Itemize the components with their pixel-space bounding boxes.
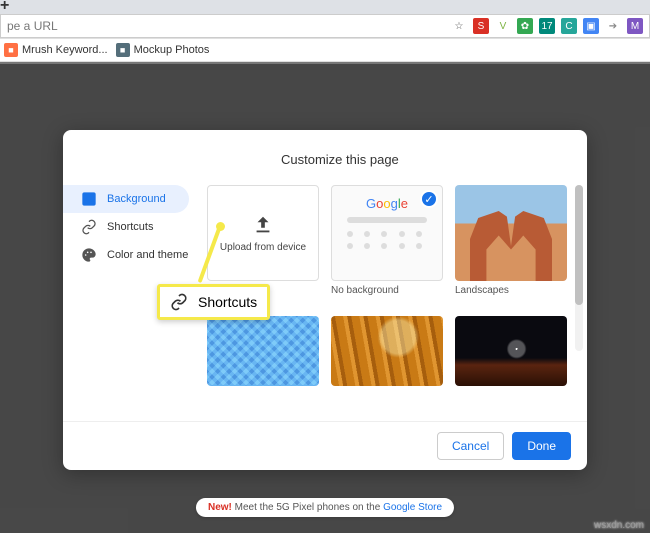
landscapes-tile[interactable] [455,185,567,281]
upload-tile[interactable]: Upload from device [207,185,319,281]
link-icon [81,219,97,235]
google-logo: Google [366,196,408,211]
tab-strip[interactable]: + [0,0,650,14]
shortcuts-callout: Shortcuts [157,284,270,320]
promo-text: Meet the 5G Pixel phones on the [232,502,383,513]
landscapes-label: Landscapes [455,285,567,296]
theme-thumb-2[interactable] [331,316,443,386]
done-button[interactable]: Done [512,432,571,460]
address-bar[interactable]: pe a URL ☆ SV ✿ 17 C ▣ ➔ M [0,14,650,38]
ext-blue[interactable]: ▣ [583,18,599,34]
new-tab-plus-icon[interactable]: + [0,0,9,15]
watermark: wsxdn.com [594,520,644,531]
bookmark-favicon: ■ [4,43,18,57]
upload-icon [252,214,274,236]
bookmark-label: Mrush Keyword... [22,44,108,56]
omnibox-placeholder: pe a URL [7,19,58,33]
star-icon[interactable]: ☆ [451,18,467,34]
sidebar-item-color-theme[interactable]: Color and theme [63,241,189,269]
sidebar-item-background[interactable]: Background [63,185,189,213]
bookmark-item[interactable]: ■ Mockup Photos [116,43,210,57]
sidebar-item-label: Background [107,193,166,205]
ext-green2[interactable]: 17 [539,18,555,34]
sidebar-item-label: Shortcuts [107,221,153,233]
dialog-title: Customize this page [63,130,587,171]
ext-green1[interactable]: ✿ [517,18,533,34]
palette-icon [81,247,97,263]
customize-dialog: Customize this page Background Shortcuts… [63,130,587,470]
mini-shortcut-grid [347,231,427,249]
ext-red[interactable]: S [473,18,489,34]
link-icon [170,293,188,311]
bookmark-favicon: ■ [116,43,130,57]
dialog-footer: Cancel Done [63,421,587,470]
bookmark-item[interactable]: ■ Mrush Keyword... [4,43,108,57]
upload-label: Upload from device [220,242,306,253]
cancel-button[interactable]: Cancel [437,432,504,460]
promo-link[interactable]: Google Store [383,502,442,513]
check-icon: ✓ [420,190,438,208]
theme-thumb-1[interactable] [207,316,319,386]
scrollbar[interactable] [575,185,583,351]
mini-searchbar [347,217,427,223]
ext-check[interactable]: V [495,18,511,34]
callout-label: Shortcuts [198,294,257,310]
scroll-thumb[interactable] [575,185,583,305]
theme-thumb-3[interactable] [455,316,567,386]
extension-icons: ☆ SV ✿ 17 C ▣ ➔ M [451,18,643,34]
bookmark-label: Mockup Photos [134,44,210,56]
no-background-label: No background [331,285,443,296]
promo-banner[interactable]: New! Meet the 5G Pixel phones on the Goo… [196,498,454,517]
sidebar-item-shortcuts[interactable]: Shortcuts [63,213,189,241]
no-background-tile[interactable]: ✓ Google [331,185,443,281]
sidebar-item-label: Color and theme [107,249,188,261]
bookmarks-bar[interactable]: ■ Mrush Keyword... ■ Mockup Photos [0,38,650,62]
ext-arrow[interactable]: ➔ [605,18,621,34]
promo-new-label: New! [208,502,232,513]
ext-purple[interactable]: M [627,18,643,34]
image-icon [81,191,97,207]
ext-teal[interactable]: C [561,18,577,34]
